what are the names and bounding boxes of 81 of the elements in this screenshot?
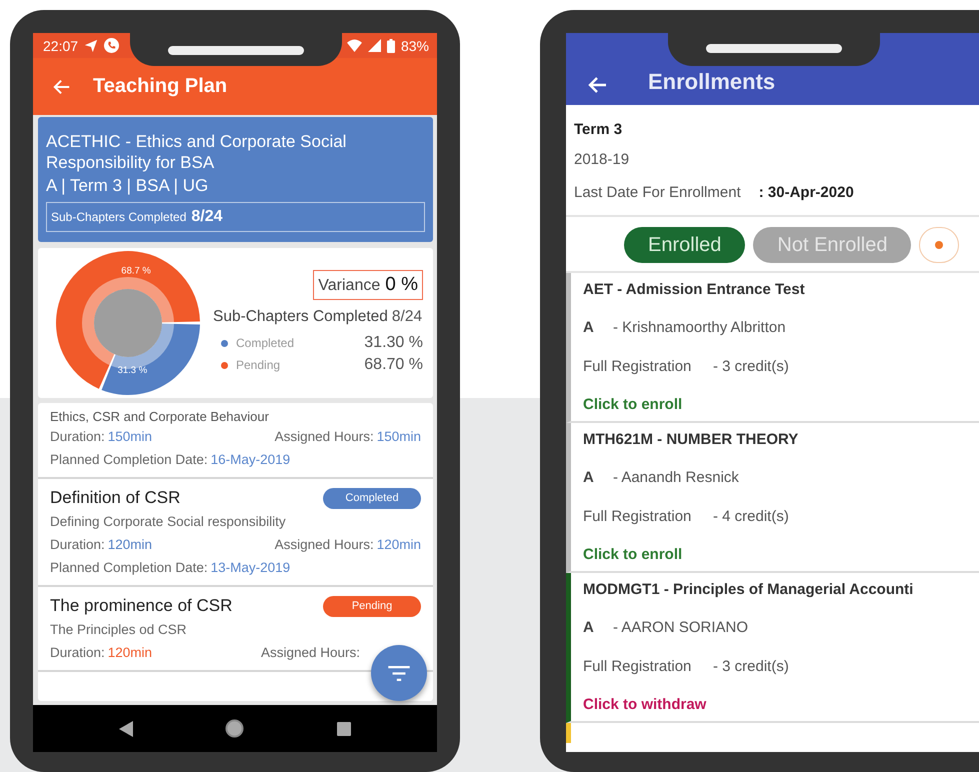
duration-label: Duration: [50,645,105,660]
course-title: MTH621M - NUMBER THEORY [583,431,800,448]
filter-chip[interactable] [919,227,960,263]
signal-icon [368,39,381,52]
hours-value: 120min [376,537,421,552]
battery-level: 83% [400,38,429,54]
home-icon[interactable] [225,719,244,738]
chapter-title: Definition of CSR [50,487,180,509]
variance-value: 0 % [385,274,418,296]
deadline-label: Last Date For Enrollment [574,183,741,203]
enroll-action-link[interactable]: Click to enroll [583,396,979,413]
date-label: Planned Completion Date: [50,560,208,575]
course-section: A [583,319,613,336]
course-meta: A | Term 3 | BSA | UG [46,176,210,196]
screen-title: Enrollments [648,69,776,95]
registration-type: Full Registration [583,658,692,675]
registration-type: Full Registration [583,358,692,375]
recents-icon[interactable] [336,722,351,736]
hours-value: 150min [376,429,421,444]
course-section: A [583,619,613,636]
enroll-action-link[interactable]: Click to withdraw [583,696,979,713]
chapter-title: Ethics, CSR and Corporate Behaviour [50,409,269,425]
legend-label: Completed [236,336,296,350]
chapter-title: The prominence of CSR [50,595,232,617]
duration-value: 120min [108,645,152,660]
progress-label: Sub-Chapters Completed [51,210,186,224]
hours-label: Assigned Hours: [274,537,374,552]
summary-label: Sub-Chapters Completed [213,308,388,326]
status-time: 22:07 [43,38,78,54]
status-badge: Pending [323,596,421,616]
course-credits: - 3 credit(s) [713,358,789,375]
wifi-icon [346,39,362,52]
course-item[interactable]: MODMGT1 - Principles of Managerial Accounti A - AARON SORIANO Full Registration - 3 credit(s) Click to withdraw [566,573,979,723]
battery-icon [386,38,395,52]
hours-label: Assigned Hours: [260,645,360,660]
date-label: Planned Completion Date: [50,452,208,467]
duration-value: 120min [108,537,152,552]
instructor-name: - Krishnamoorthy Albritton [613,319,786,336]
duration-label: Duration: [50,429,105,444]
deadline-value: : 30-Apr-2020 [758,183,854,203]
chapter-description: Defining Corporate Social responsibility [50,513,287,531]
donut-center [94,289,162,357]
course-title: MODMGT1 - Principles of Managerial Accounti [583,581,914,598]
course-credits: - 3 credit(s) [713,658,789,675]
back-arrow-icon[interactable] [53,78,71,96]
chapter-card[interactable]: Definition of CSR Completed Defining Corporate Social responsibility Duration: 120min Assigned Hours: 120min Planned Completion Date: 13-May-2019 [38,479,433,587]
course-section: A [583,469,613,486]
slice-label: 68.7 % [121,266,151,277]
hours-label: Assigned Hours: [274,429,374,444]
variance-label: Variance [318,277,380,295]
send-icon [84,38,98,52]
date-value: 13-May-2019 [210,560,290,575]
chapter-card[interactable]: Ethics, CSR and Corporate Behaviour Duration: 150min Assigned Hours: 150min Planned Completion Date: 16-May-2019 [38,403,433,479]
registration-type: Full Registration [583,508,692,525]
chapter-description: The Principles od CSR [50,621,188,639]
legend-label: Pending [236,358,282,372]
slice-label: 31.3 % [118,364,148,376]
progress-value: 8/24 [191,208,223,226]
course-item[interactable]: MTH621M - NUMBER THEORY A - Aanandh Resnick Full Registration - 4 credit(s) Click to enroll [566,423,979,573]
course-item[interactable]: AET - Admission Entrance Test A - Krishnamoorthy Albritton Full Registration - 3 credit(s) Click to enroll [566,273,979,423]
duration-label: Duration: [50,537,105,552]
back-arrow-icon[interactable] [588,75,608,95]
phone-icon [104,38,120,53]
filter-icon [388,666,410,680]
academic-year: 2018-19 [574,150,630,170]
summary-value: 8/24 [392,308,422,326]
term-name: Term 3 [574,120,624,140]
course-title: ACETHIC - Ethics and Corporate Social Responsibility for BSA [46,131,348,173]
instructor-name: - AARON SORIANO [613,619,748,636]
enroll-action-link[interactable]: Click to enroll [583,546,979,563]
status-badge: Completed [323,488,421,508]
legend-value: 68.70 % [364,356,423,374]
back-icon[interactable] [119,720,134,736]
legend-value: 31.30 % [364,334,423,352]
course-credits: - 4 credit(s) [713,508,789,525]
date-value: 16-May-2019 [210,452,290,467]
screen-title: Teaching Plan [93,75,228,98]
filter-chip[interactable]: Enrolled [624,227,746,263]
instructor-name: - Aanandh Resnick [613,469,739,486]
duration-value: 150min [108,429,152,444]
course-title: AET - Admission Entrance Test [583,281,806,298]
